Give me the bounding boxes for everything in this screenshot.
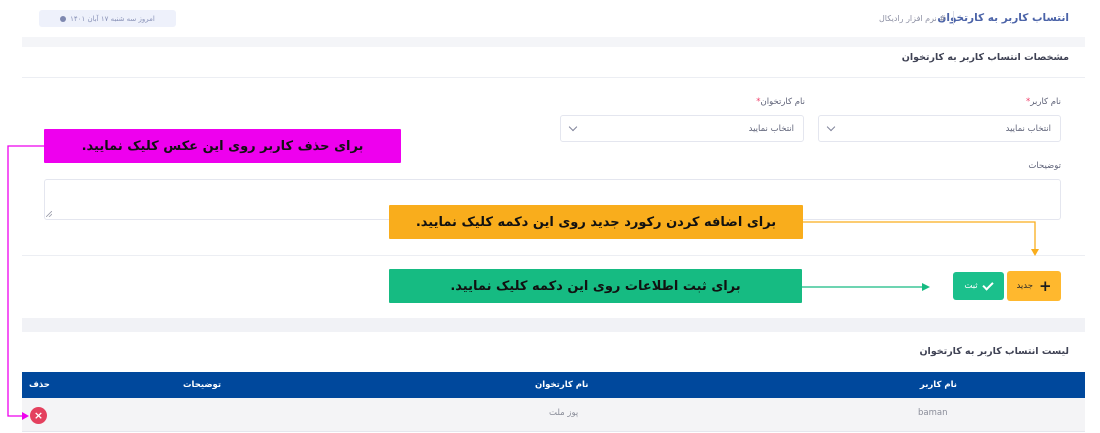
- save-button-label: ثبت: [964, 281, 978, 291]
- save-callout: برای ثبت اطلاعات روی این دکمه کلیک نمایی…: [389, 269, 802, 303]
- calendar-icon: [60, 15, 67, 22]
- check-icon: [981, 278, 994, 291]
- date-text: امروز سه شنبه ۱۷ آبان ۱۴۰۱: [70, 14, 155, 23]
- delete-callout: برای حذف کاربر روی این عکس کلیک نمایید.: [44, 129, 401, 163]
- title-separator: [953, 11, 954, 25]
- chevron-down-icon: [826, 122, 836, 132]
- column-header-cardreader[interactable]: نام کارتخوان: [535, 380, 588, 390]
- date-badge: امروز سه شنبه ۱۷ آبان ۱۴۰۱: [39, 10, 176, 27]
- cardreader-field-label: نام کارتخوان*: [756, 97, 805, 107]
- top-band: [22, 37, 1085, 47]
- chevron-down-icon: [568, 122, 578, 132]
- new-button-label: جدید: [1016, 281, 1033, 291]
- user-select[interactable]: انتخاب نمایید: [818, 115, 1061, 142]
- cardreader-label-text: نام کارتخوان: [760, 97, 805, 107]
- page-title: انتساب کاربر به کارتخوان: [937, 12, 1069, 24]
- resize-handle-icon[interactable]: [46, 211, 52, 217]
- cardreader-select[interactable]: انتخاب نمایید: [560, 115, 804, 142]
- section-divider: [22, 77, 1085, 78]
- cell-cardreader: پوز ملت: [549, 408, 579, 418]
- middle-band: [22, 318, 1085, 332]
- save-arrowhead: [922, 283, 930, 291]
- column-header-delete: حذف: [29, 380, 50, 390]
- user-label-text: نام کاربر: [1030, 97, 1061, 107]
- description-label: توضیحات: [1028, 161, 1061, 171]
- form-divider: [22, 255, 1085, 256]
- form-section-title: مشخصات انتساب کاربر به کارتخوان: [901, 52, 1069, 63]
- new-callout: برای اضافه کردن رکورد جدید روی این دکمه …: [389, 205, 803, 239]
- user-field-label: نام کاربر*: [1026, 97, 1061, 107]
- cardreader-select-value: انتخاب نمایید: [748, 123, 794, 134]
- plus-icon: +: [1038, 276, 1052, 295]
- save-button[interactable]: ثبت: [953, 272, 1004, 300]
- column-header-description[interactable]: توضیحات: [183, 380, 221, 390]
- cell-user: baman: [918, 408, 948, 418]
- new-button[interactable]: + جدید: [1007, 271, 1061, 301]
- breadcrumb[interactable]: # نرم افزار رادیکال: [879, 14, 946, 23]
- user-select-value: انتخاب نمایید: [1005, 123, 1051, 134]
- delete-icon[interactable]: ×: [30, 407, 47, 424]
- list-title: لیست انتساب کاربر به کارتخوان: [919, 346, 1069, 357]
- column-header-user[interactable]: نام کاربر: [920, 380, 957, 390]
- new-arrow: [803, 221, 1036, 250]
